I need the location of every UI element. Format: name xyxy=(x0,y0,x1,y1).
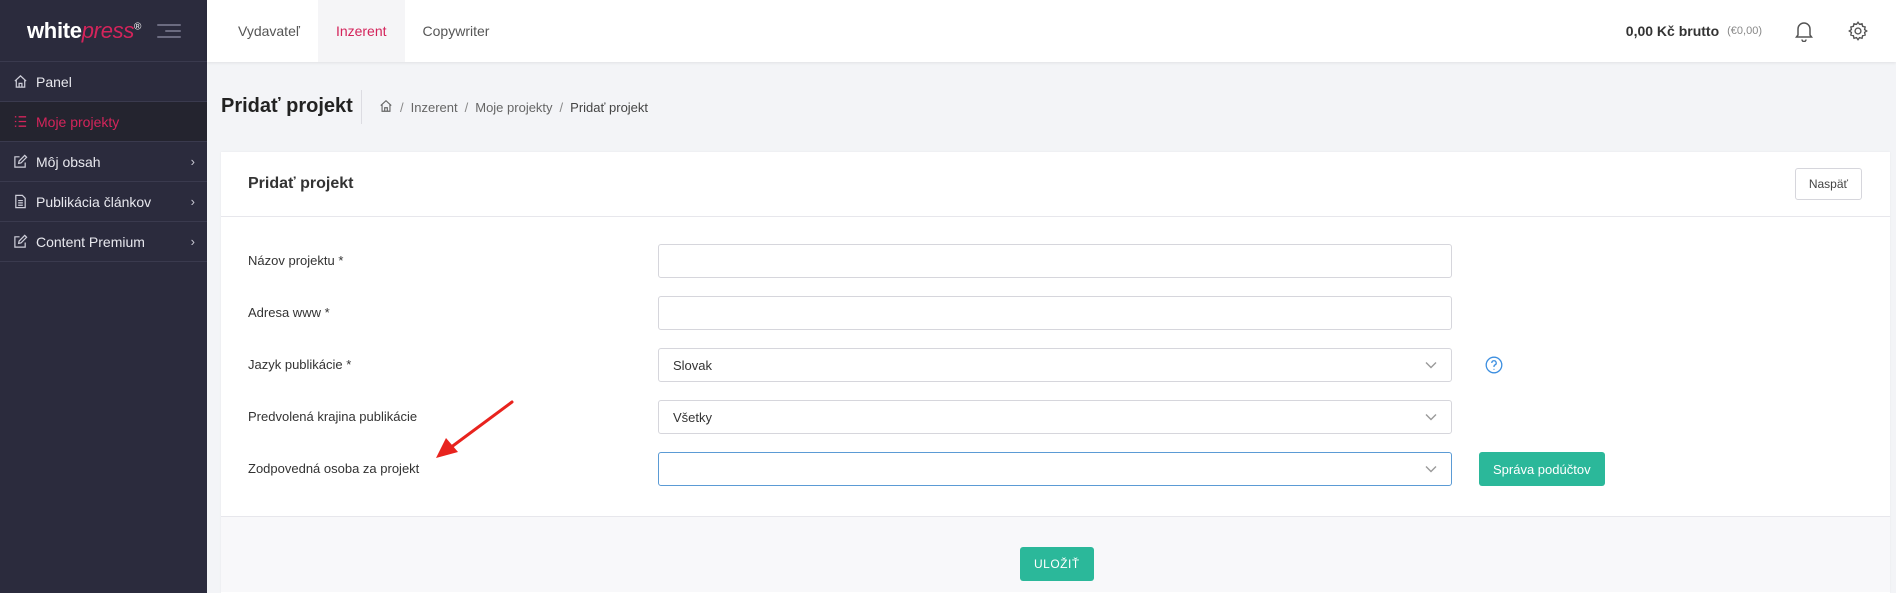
back-button[interactable]: Naspäť xyxy=(1794,168,1862,200)
logo-white: white xyxy=(27,17,82,43)
chevron-down-icon xyxy=(1425,462,1437,476)
chevron-right-icon: › xyxy=(190,234,195,249)
card-footer: ULOŽIŤ xyxy=(221,517,1890,592)
chevron-down-icon xyxy=(1425,410,1437,424)
logo-registered: ® xyxy=(134,21,142,33)
tab-copywriter[interactable]: Copywriter xyxy=(405,0,508,62)
gear-icon[interactable] xyxy=(1846,19,1870,43)
sidebar-item-publikacia-clankov[interactable]: Publikácia článkov › xyxy=(0,182,207,222)
form-row-language: Jazyk publikácie * Slovak xyxy=(221,348,1890,382)
chevron-right-icon: › xyxy=(190,194,195,209)
chevron-down-icon xyxy=(1425,358,1437,372)
edit-icon xyxy=(12,154,28,170)
sidebar-item-label: Môj obsah xyxy=(36,153,101,170)
page-title: Pridať projekt xyxy=(221,95,353,117)
brand-bar: whitepress® xyxy=(0,0,207,62)
sidebar-item-label: Panel xyxy=(36,73,72,90)
sidebar: whitepress® Panel Moje projekty Môj obsa… xyxy=(0,0,207,593)
country-select-value: Všetky xyxy=(673,409,713,425)
annotation-arrow-icon xyxy=(436,400,514,458)
project-name-label: Názov projektu * xyxy=(248,253,344,268)
help-icon[interactable] xyxy=(1485,356,1503,374)
breadcrumb-current: Pridať projekt xyxy=(570,100,649,115)
responsible-person-select[interactable] xyxy=(658,452,1452,486)
list-icon xyxy=(12,114,28,130)
tab-vydavatel[interactable]: Vydavateľ xyxy=(207,0,318,62)
sidebar-item-label: Publikácia článkov xyxy=(36,193,152,210)
role-tabs: Vydavateľ Inzerent Copywriter xyxy=(207,0,507,62)
responsible-person-label: Zodpovedná osoba za projekt xyxy=(248,461,420,476)
topbar-right: 0,00 Kč brutto (€0,00) xyxy=(1626,0,1870,62)
language-label: Jazyk publikácie * xyxy=(248,357,352,372)
logo-press: press xyxy=(81,17,135,43)
form-row-name: Názov projektu * xyxy=(221,244,1890,278)
language-select[interactable]: Slovak xyxy=(658,348,1452,382)
language-select-value: Slovak xyxy=(673,357,713,373)
form-row-url: Adresa www * xyxy=(221,296,1890,330)
project-name-input[interactable] xyxy=(658,244,1452,278)
sidebar-item-moj-obsah[interactable]: Môj obsah › xyxy=(0,142,207,182)
sidebar-item-moje-projekty[interactable]: Moje projekty xyxy=(0,102,207,142)
project-form: Názov projektu * Adresa www * Jazyk publ… xyxy=(221,217,1890,517)
document-icon xyxy=(12,194,28,210)
title-divider xyxy=(361,90,362,124)
breadcrumb: / Inzerent / Moje projekty / Pridať proj… xyxy=(379,99,648,116)
sidebar-item-label: Moje projekty xyxy=(36,113,120,130)
sidebar-item-label: Content Premium xyxy=(36,233,145,250)
card-header: Pridať projekt Naspäť xyxy=(221,152,1890,217)
chevron-right-icon: › xyxy=(190,154,195,169)
tab-inzerent[interactable]: Inzerent xyxy=(317,0,405,62)
breadcrumb-separator: / xyxy=(464,100,469,115)
sidebar-item-content-premium[interactable]: Content Premium › xyxy=(0,222,207,262)
breadcrumb-item[interactable]: Moje projekty xyxy=(475,100,552,115)
country-select[interactable]: Všetky xyxy=(658,400,1452,434)
home-icon[interactable] xyxy=(379,99,393,116)
sidebar-item-panel[interactable]: Panel xyxy=(0,62,207,102)
country-label: Predvolená krajina publikácie xyxy=(248,409,418,424)
balance-eur: (€0,00) xyxy=(1727,25,1762,37)
website-url-input[interactable] xyxy=(658,296,1452,330)
menu-toggle-icon[interactable] xyxy=(157,23,181,38)
add-project-card: Pridať projekt Naspäť Názov projektu * A… xyxy=(221,152,1890,593)
home-icon xyxy=(12,74,28,90)
breadcrumb-item[interactable]: Inzerent xyxy=(411,100,458,115)
breadcrumb-separator: / xyxy=(559,100,564,115)
logo[interactable]: whitepress® xyxy=(27,18,141,44)
edit-icon xyxy=(12,234,28,250)
breadcrumb-separator: / xyxy=(400,100,404,115)
website-url-label: Adresa www * xyxy=(248,305,330,320)
manage-subaccounts-button[interactable]: Správa podúčtov xyxy=(1479,452,1605,486)
bell-icon[interactable] xyxy=(1792,19,1816,43)
topbar: Vydavateľ Inzerent Copywriter 0,00 Kč br… xyxy=(207,0,1896,62)
card-title: Pridať projekt xyxy=(248,175,354,192)
save-button[interactable]: ULOŽIŤ xyxy=(1020,547,1094,581)
balance-amount[interactable]: 0,00 Kč brutto xyxy=(1626,23,1719,39)
